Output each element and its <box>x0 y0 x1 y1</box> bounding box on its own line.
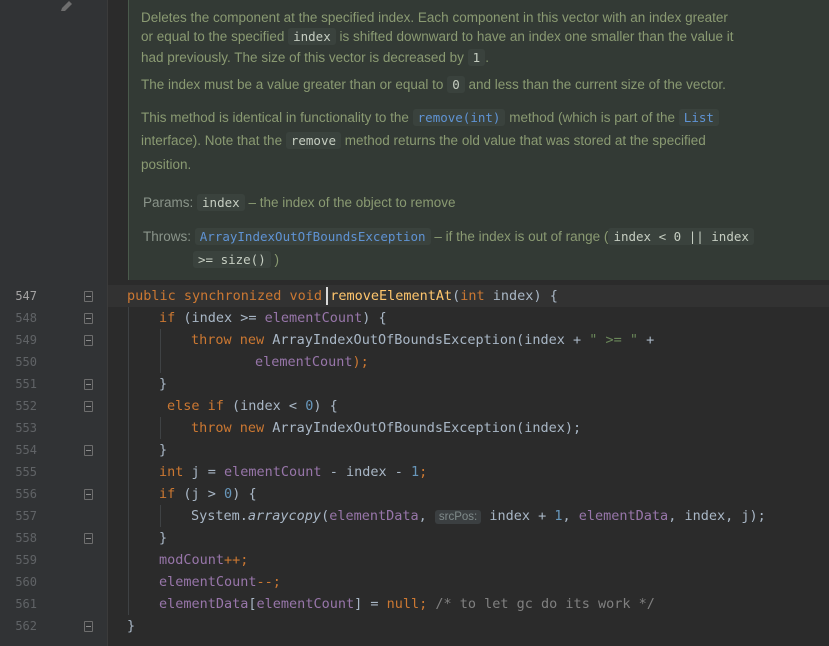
code-zero: 0 <box>447 76 465 93</box>
code-size: >= size() <box>193 251 271 268</box>
code-line-548[interactable]: if (index >= elementCount) { <box>159 307 387 329</box>
code-line-560[interactable]: elementCount--; <box>159 571 281 593</box>
code-line-559[interactable]: modCount++; <box>159 549 248 571</box>
throws-label: Throws: <box>143 229 192 244</box>
code-line-551[interactable]: } <box>159 373 167 395</box>
doc-line: had previously. The size of this vector … <box>141 49 489 66</box>
doc-throws: Throws: ArrayIndexOutOfBoundsException –… <box>143 228 754 245</box>
code-line-547[interactable]: public synchronized void removeElementAt… <box>127 285 558 307</box>
line-number: 550 <box>15 355 37 369</box>
fold-marker-icon[interactable] <box>84 533 93 544</box>
param-index: index <box>197 194 245 211</box>
doc-line: This method is identical in functionalit… <box>141 109 719 126</box>
code-remove: remove <box>285 132 341 149</box>
fold-marker-icon[interactable] <box>84 621 93 632</box>
pencil-icon[interactable] <box>60 0 74 12</box>
fold-marker-icon[interactable] <box>84 445 93 456</box>
line-number: 548 <box>15 311 37 325</box>
code-index: index <box>288 28 336 45</box>
line-number: 556 <box>15 487 37 501</box>
indent-guide <box>128 307 129 615</box>
line-number: 561 <box>15 597 37 611</box>
doc-params: Params: index – the index of the object … <box>143 194 456 211</box>
fold-marker-icon[interactable] <box>84 379 93 390</box>
code-condition: index < 0 || index <box>608 228 754 245</box>
line-number: 560 <box>15 575 37 589</box>
line-number: 551 <box>15 377 37 391</box>
line-number: 554 <box>15 443 37 457</box>
line-number: 555 <box>15 465 37 479</box>
fold-marker-icon[interactable] <box>84 313 93 324</box>
param-hint-srcpos: srcPos: <box>434 510 482 524</box>
line-number: 562 <box>15 619 37 633</box>
link-exception[interactable]: ArrayIndexOutOfBoundsException <box>194 228 431 245</box>
code-line-562[interactable]: } <box>127 615 135 637</box>
line-number: 553 <box>15 421 37 435</box>
code-line-552[interactable]: else if (index < 0) { <box>167 395 338 417</box>
line-number: 547 <box>15 289 37 303</box>
doc-line: The index must be a value greater than o… <box>141 76 726 93</box>
line-number: 549 <box>15 333 37 347</box>
fold-marker-icon[interactable] <box>84 335 93 346</box>
code-line-557[interactable]: System.arraycopy(elementData, srcPos: in… <box>191 505 766 528</box>
text-caret <box>326 287 328 305</box>
code-line-555[interactable]: int j = elementCount - index - 1; <box>159 461 427 483</box>
code-line-549[interactable]: throw new ArrayIndexOutOfBoundsException… <box>191 329 654 351</box>
params-label: Params: <box>143 195 194 210</box>
doc-line: interface). Note that the remove method … <box>141 132 706 149</box>
code-line-561[interactable]: elementData[elementCount] = null; /* to … <box>159 593 655 615</box>
link-list[interactable]: List <box>678 109 719 126</box>
fold-marker-icon[interactable] <box>84 291 93 302</box>
code-line-558[interactable]: } <box>159 527 167 549</box>
doc-line: or equal to the specified index is shift… <box>141 28 734 45</box>
code-line-550[interactable]: elementCount); <box>255 351 369 373</box>
indent-guide <box>160 417 161 439</box>
line-number: 559 <box>15 553 37 567</box>
doc-line: position. <box>141 157 192 172</box>
code-line-554[interactable]: } <box>159 439 167 461</box>
line-number: 552 <box>15 399 37 413</box>
indent-guide <box>160 505 161 527</box>
code-line-553[interactable]: throw new ArrayIndexOutOfBoundsException… <box>191 417 581 439</box>
line-number: 557 <box>15 509 37 523</box>
link-remove-int[interactable]: remove(int) <box>412 109 506 126</box>
line-number: 558 <box>15 531 37 545</box>
doc-line: Deletes the component at the specified i… <box>141 10 728 25</box>
fold-marker-icon[interactable] <box>84 401 93 412</box>
gutter-separator <box>107 0 108 646</box>
doc-throws-cont: >= size() ) <box>193 251 279 268</box>
code-one: 1 <box>467 49 486 66</box>
fold-marker-icon[interactable] <box>84 489 93 500</box>
indent-guide <box>160 329 161 373</box>
code-line-556[interactable]: if (j > 0) { <box>159 483 257 505</box>
